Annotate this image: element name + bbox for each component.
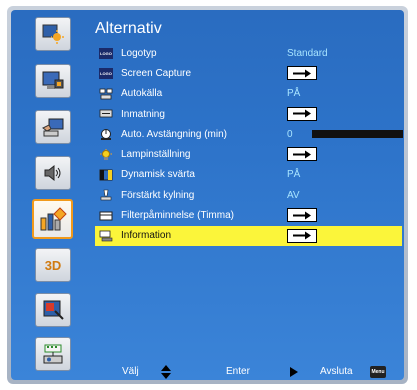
row-value: 0 — [287, 128, 293, 140]
category-rail: 3D — [23, 17, 83, 375]
menu-row-high-altitude[interactable]: Förstärkt kylning AV — [95, 185, 402, 205]
enter-hint-label: Enter — [226, 366, 250, 377]
menu-row-dynamic-black[interactable]: Dynamisk svärta PÅ — [95, 165, 402, 185]
enter-arrow-button[interactable] — [287, 106, 317, 121]
options-icon — [38, 206, 68, 232]
row-label: Screen Capture — [121, 67, 192, 79]
menu-row-auto-source[interactable]: Autokälla PÅ — [95, 84, 402, 104]
rail-item-network[interactable] — [35, 337, 71, 371]
rail-item-display[interactable] — [35, 64, 71, 98]
audio-icon — [41, 162, 65, 184]
menu-row-logo[interactable]: LOGO Logotyp Standard — [95, 43, 402, 63]
row-label: Logotyp — [121, 47, 157, 59]
logo-icon: LOGO — [99, 67, 113, 79]
image-icon — [41, 23, 65, 45]
menu-row-filter-reminder[interactable]: Filterpåminnelse (Timma) — [95, 205, 402, 225]
row-label: Förstärkt kylning — [121, 189, 195, 201]
select-hint-label: Välj — [122, 366, 139, 377]
cooling-icon — [99, 189, 113, 201]
dynamic-black-icon — [99, 169, 113, 181]
3d-icon: 3D — [44, 257, 62, 273]
page-title: Alternativ — [95, 20, 162, 37]
enter-arrow-button[interactable] — [287, 147, 317, 162]
key-hint-bar: Välj Enter Avsluta Menu — [111, 365, 401, 380]
rail-item-audio[interactable] — [35, 156, 71, 190]
rail-item-interactive[interactable] — [35, 293, 71, 327]
osd-panel: 3D Alternativ LOGO Logotyp Standard LOGO… — [11, 10, 404, 380]
interactive-icon — [41, 299, 65, 321]
osd-frame: 3D Alternativ LOGO Logotyp Standard LOGO… — [7, 6, 408, 384]
lamp-icon — [99, 148, 113, 161]
row-label: Information — [121, 230, 172, 242]
up-down-icon — [160, 365, 172, 380]
rail-item-image[interactable] — [35, 17, 71, 51]
menu-row-lamp-settings[interactable]: Lampinställning — [95, 144, 402, 164]
row-value: Standard — [287, 47, 328, 59]
display-icon — [41, 70, 65, 92]
row-label: Inmatning — [121, 108, 165, 120]
options-menu: LOGO Logotyp Standard LOGO Screen Captur… — [95, 43, 403, 246]
setup-icon — [41, 116, 65, 138]
rail-item-3d[interactable]: 3D — [35, 248, 71, 282]
row-value: PÅ — [287, 169, 301, 181]
right-arrow-icon — [290, 367, 298, 380]
input-icon — [99, 108, 113, 120]
row-label: Dynamisk svärta — [121, 169, 195, 181]
power-timer-icon — [99, 128, 113, 141]
exit-hint-label: Avsluta — [320, 366, 353, 377]
menu-row-input[interactable]: Inmatning — [95, 104, 402, 124]
rail-item-options[interactable] — [32, 199, 73, 239]
info-icon — [99, 230, 113, 242]
row-label: Lampinställning — [121, 149, 191, 161]
rail-item-setup[interactable] — [35, 110, 71, 144]
menu-key-icon: Menu — [370, 366, 386, 378]
filter-icon — [99, 210, 113, 222]
menu-row-auto-power-off[interactable]: Auto. Avstängning (min) 0 — [95, 124, 403, 144]
logo-icon: LOGO — [99, 47, 113, 59]
power-off-slider[interactable] — [312, 130, 403, 139]
row-label: Auto. Avstängning (min) — [121, 128, 227, 140]
row-value: AV — [287, 189, 300, 201]
menu-row-screen-capture[interactable]: LOGO Screen Capture — [95, 63, 402, 83]
network-icon — [41, 343, 65, 365]
menu-row-information[interactable]: Information — [95, 225, 402, 246]
source-icon — [99, 88, 113, 100]
enter-arrow-button[interactable] — [287, 228, 317, 243]
row-label: Autokälla — [121, 88, 163, 100]
row-value: PÅ — [287, 88, 301, 100]
enter-arrow-button[interactable] — [287, 208, 317, 223]
enter-arrow-button[interactable] — [287, 66, 317, 81]
row-label: Filterpåminnelse (Timma) — [121, 210, 234, 222]
